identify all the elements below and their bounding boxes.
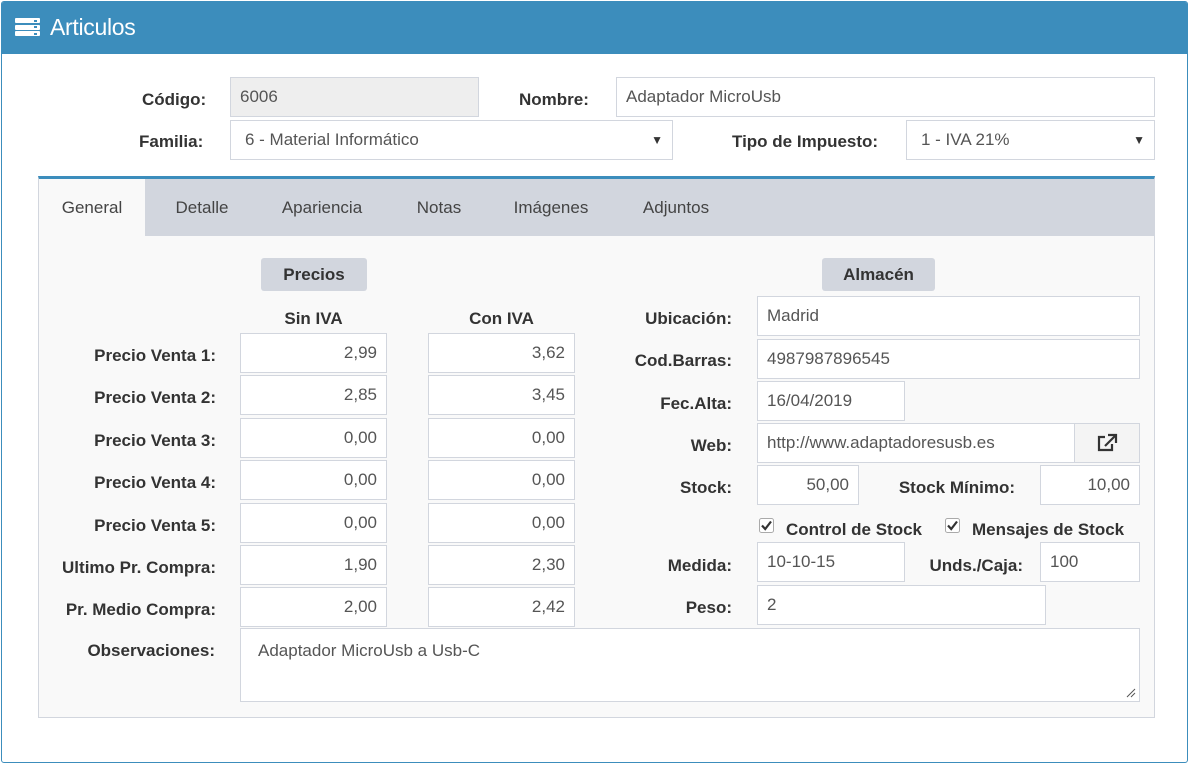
observaciones-text: Adaptador MicroUsb a Usb-C xyxy=(258,641,481,660)
open-web-button[interactable] xyxy=(1074,423,1140,463)
tab-adjuntos[interactable]: Adjuntos xyxy=(626,179,726,236)
fecalta-field[interactable]: 16/04/2019 xyxy=(757,381,905,421)
peso-field[interactable]: 2 xyxy=(757,585,1046,625)
precio-sin-iva-field[interactable]: 2,85 xyxy=(240,375,387,415)
precio-con-iva-field[interactable]: 0,00 xyxy=(428,418,575,458)
precio-row-label: Precio Venta 1: xyxy=(94,346,216,365)
tab-general[interactable]: General xyxy=(39,179,145,236)
web-field[interactable]: http://www.adaptadoresusb.es xyxy=(757,423,1075,463)
codbarras-field[interactable]: 4987987896545 xyxy=(757,339,1140,379)
codbarras-label: Cod.Barras: xyxy=(634,351,732,370)
undscaja-field[interactable]: 100 xyxy=(1040,542,1140,582)
precio-row-label: Precio Venta 5: xyxy=(94,516,216,535)
precio-sin-iva-field[interactable]: 0,00 xyxy=(240,503,387,543)
stockmin-field[interactable]: 10,00 xyxy=(1040,465,1140,505)
precio-con-iva-field[interactable]: 0,00 xyxy=(428,503,575,543)
chevron-down-icon: ▼ xyxy=(1133,133,1145,147)
tab-notas[interactable]: Notas xyxy=(399,179,479,236)
codigo-field: 6006 xyxy=(230,77,479,117)
mensajes-stock-checkbox[interactable] xyxy=(945,518,960,533)
impuesto-select[interactable]: 1 - IVA 21% ▼ xyxy=(906,120,1155,160)
precio-con-iva-field[interactable]: 2,42 xyxy=(428,587,575,627)
resize-handle-icon[interactable] xyxy=(1126,688,1136,698)
undscaja-label: Unds./Caja: xyxy=(929,556,1023,575)
precio-sin-iva-field[interactable]: 0,00 xyxy=(240,418,387,458)
medida-field[interactable]: 10-10-15 xyxy=(757,542,905,582)
observaciones-textarea[interactable]: Adaptador MicroUsb a Usb-C xyxy=(240,628,1140,702)
nombre-label: Nombre: xyxy=(519,90,589,109)
precio-sin-iva-field[interactable]: 2,00 xyxy=(240,587,387,627)
web-label: Web: xyxy=(690,436,732,455)
window-titlebar: Articulos xyxy=(2,2,1187,54)
precio-row-label: Pr. Medio Compra: xyxy=(65,600,216,619)
fecalta-label: Fec.Alta: xyxy=(660,394,732,413)
medida-label: Medida: xyxy=(667,556,732,575)
external-link-icon xyxy=(1097,433,1118,452)
precio-sin-iva-field[interactable]: 2,99 xyxy=(240,333,387,373)
check-icon xyxy=(945,518,960,533)
peso-label: Peso: xyxy=(685,598,732,617)
codigo-label: Código: xyxy=(142,90,207,109)
nombre-field[interactable]: Adaptador MicroUsb xyxy=(616,77,1155,117)
observaciones-label: Observaciones: xyxy=(87,641,215,660)
familia-label: Familia: xyxy=(139,132,204,151)
precio-row-label: Precio Venta 4: xyxy=(94,473,216,492)
almacen-section-button[interactable]: Almacén xyxy=(822,258,935,291)
tab-detalle[interactable]: Detalle xyxy=(152,179,252,236)
precios-section-button[interactable]: Precios xyxy=(261,258,367,291)
precio-sin-iva-field[interactable]: 0,00 xyxy=(240,460,387,500)
ubicacion-label: Ubicación: xyxy=(645,309,732,328)
precio-row-label: Ultimo Pr. Compra: xyxy=(62,558,216,577)
mensajes-stock-label: Mensajes de Stock xyxy=(972,520,1125,539)
window-title: Articulos xyxy=(50,14,136,40)
stock-field[interactable]: 50,00 xyxy=(757,465,859,505)
precio-con-iva-field[interactable]: 3,62 xyxy=(428,333,575,373)
precio-sin-iva-field[interactable]: 1,90 xyxy=(240,545,387,585)
stockmin-label: Stock Mínimo: xyxy=(898,478,1015,497)
precio-row-label: Precio Venta 2: xyxy=(94,388,216,407)
tab-bar: General Detalle Apariencia Notas Imágene… xyxy=(39,179,1154,236)
col-sin-iva: Sin IVA xyxy=(284,309,343,328)
impuesto-label: Tipo de Impuesto: xyxy=(732,132,879,151)
stock-label: Stock: xyxy=(680,478,732,497)
check-icon xyxy=(759,518,774,533)
precio-con-iva-field[interactable]: 3,45 xyxy=(428,375,575,415)
server-icon xyxy=(15,18,40,36)
familia-select[interactable]: 6 - Material Informático ▼ xyxy=(230,120,673,160)
articulos-window: Articulos Código: 6006 Nombre: Adaptador… xyxy=(1,1,1188,763)
control-stock-checkbox[interactable] xyxy=(759,518,774,533)
precio-con-iva-field[interactable]: 2,30 xyxy=(428,545,575,585)
impuesto-select-value: 1 - IVA 21% xyxy=(921,130,1010,149)
ubicacion-field[interactable]: Madrid xyxy=(757,296,1140,336)
control-stock-label: Control de Stock xyxy=(786,520,923,539)
tab-apariencia[interactable]: Apariencia xyxy=(259,179,385,236)
familia-select-value: 6 - Material Informático xyxy=(245,130,419,149)
precio-con-iva-field[interactable]: 0,00 xyxy=(428,460,575,500)
tab-imagenes[interactable]: Imágenes xyxy=(496,179,606,236)
col-con-iva: Con IVA xyxy=(469,309,534,328)
precio-row-label: Precio Venta 3: xyxy=(94,431,216,450)
chevron-down-icon: ▼ xyxy=(651,133,663,147)
